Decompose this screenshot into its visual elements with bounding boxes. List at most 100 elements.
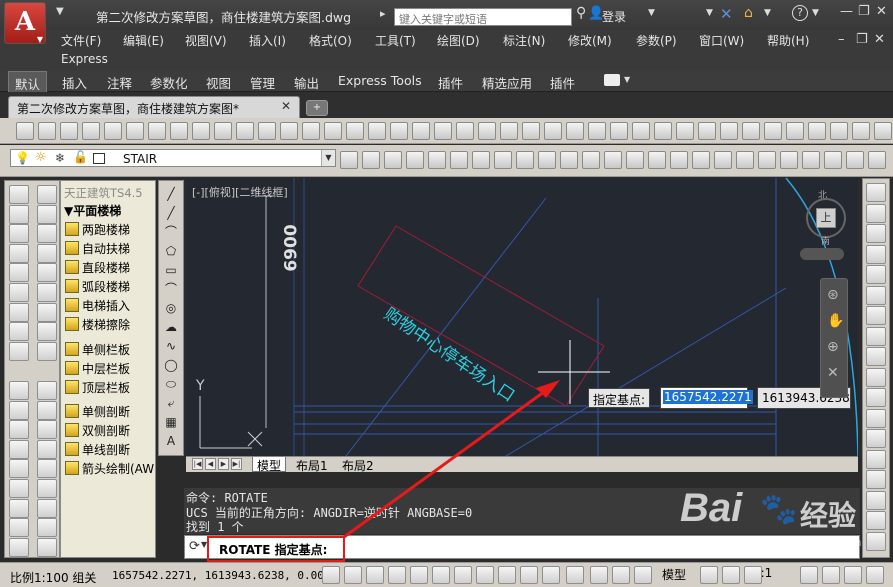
toolbar-button[interactable] [324, 122, 342, 140]
toolbar-button[interactable] [472, 151, 490, 169]
draw-tool-icon[interactable]: ⬠ [162, 242, 180, 260]
left-tool-button[interactable] [9, 381, 29, 400]
tab-layout1[interactable]: 布局1 [292, 457, 332, 473]
toolbar-button[interactable] [170, 122, 188, 140]
left-tool-button[interactable] [37, 341, 57, 361]
next-layout-icon[interactable]: ▶ [218, 458, 229, 470]
status-toggle-button[interactable] [322, 566, 340, 584]
modify-tool-button[interactable] [866, 490, 886, 510]
left-tool-button[interactable] [37, 439, 57, 459]
binoculars-icon[interactable]: ⚲ [576, 5, 586, 21]
left-tool-button[interactable] [9, 243, 29, 263]
toolbar-button[interactable] [302, 122, 320, 140]
exchange-dropdown-icon[interactable]: ▼ [706, 8, 713, 18]
status-toggle-button[interactable] [612, 566, 630, 584]
tab-plugins-2[interactable]: 插件 [550, 73, 575, 92]
toolbar-button[interactable] [82, 122, 100, 140]
tab-insert[interactable]: 插入 [62, 73, 87, 92]
left-tool-button[interactable] [37, 322, 57, 342]
search-input[interactable]: 键入关键字或短语 [394, 8, 572, 26]
tianzheng-item[interactable]: 单侧栏板 [65, 341, 155, 359]
modify-tool-button[interactable] [866, 224, 886, 243]
menu-format[interactable]: 格式(O) [309, 32, 352, 49]
drawing-scale[interactable]: 比例1:100 组关 [10, 569, 96, 586]
toolbar-button[interactable] [720, 122, 738, 140]
drawing-canvas[interactable]: Y X [-][俯视][二维线框] 6900 购物中心停车场入口 指定基点: 1… [186, 178, 858, 456]
model-space-button[interactable]: 模型 [662, 566, 686, 583]
draw-tool-icon[interactable]: ╱ [162, 185, 180, 203]
toolbar-button[interactable] [362, 151, 380, 169]
toolbar-button[interactable] [830, 122, 848, 140]
menu-edit[interactable]: 编辑(E) [123, 32, 164, 49]
app-store-icon[interactable]: ⌂ [744, 5, 753, 21]
toolbar-button[interactable] [758, 151, 776, 169]
menu-insert[interactable]: 插入(I) [249, 32, 286, 49]
toolbar-button[interactable] [560, 151, 578, 169]
toolbar-button[interactable] [654, 122, 672, 140]
tab-view[interactable]: 视图 [206, 73, 231, 92]
store-dropdown-icon[interactable]: ▼ [764, 8, 771, 18]
document-tab[interactable]: 第二次修改方案草图，商住楼建筑方案图* ✕ [8, 96, 300, 118]
modify-tool-button[interactable] [866, 511, 886, 530]
toolbar-button[interactable] [648, 151, 666, 169]
toolbar-button[interactable] [16, 122, 34, 140]
left-tool-button[interactable] [37, 381, 57, 400]
tianzheng-item[interactable]: 两跑楼梯 [65, 221, 155, 239]
modify-tool-button[interactable] [866, 449, 886, 469]
left-tool-button[interactable] [37, 518, 57, 538]
tianzheng-item[interactable]: 箭头绘制(AW [65, 460, 155, 478]
toolbar-button[interactable] [786, 122, 804, 140]
toolbar-button[interactable] [676, 122, 694, 140]
tianzheng-item[interactable]: 单线剖断 [65, 441, 155, 459]
modify-tool-button[interactable] [866, 367, 886, 387]
group-toggle[interactable]: 组关 [72, 571, 96, 585]
help-icon[interactable]: ? [792, 5, 808, 21]
left-tool-button[interactable] [9, 263, 29, 283]
modify-tool-button[interactable] [866, 326, 886, 346]
draw-tool-icon[interactable]: ╱ [162, 204, 180, 222]
toolbar-button[interactable] [692, 151, 710, 169]
menu-file[interactable]: 文件(F) [61, 32, 101, 49]
menu-window[interactable]: 窗口(W) [699, 32, 744, 49]
first-layout-icon[interactable]: |◀ [192, 458, 203, 470]
login-button[interactable]: 登录 [602, 8, 626, 25]
zoom-icon[interactable]: ⊕ [827, 339, 839, 355]
modify-tool-button[interactable] [866, 408, 886, 428]
left-tool-button[interactable] [37, 420, 57, 440]
toolbar-button[interactable] [802, 151, 820, 169]
steering-wheel-icon[interactable]: ⊛ [827, 287, 839, 303]
left-tool-button[interactable] [9, 302, 29, 322]
toolbar-button[interactable] [450, 151, 468, 169]
modify-tool-button[interactable] [866, 429, 886, 448]
tianzheng-group-stairs[interactable]: ▼平面楼梯 [64, 202, 121, 219]
menu-parametric[interactable]: 参数(P) [636, 32, 677, 49]
left-tool-button[interactable] [9, 322, 29, 342]
left-tool-button[interactable] [37, 185, 57, 204]
draw-tool-icon[interactable]: A [162, 432, 180, 450]
tianzheng-item[interactable]: 单侧剖断 [65, 403, 155, 421]
status-toggle-button[interactable] [700, 566, 718, 584]
status-toggle-button[interactable] [590, 566, 608, 584]
toolbar-button[interactable] [610, 122, 628, 140]
toolbar-button[interactable] [346, 122, 364, 140]
toolbar-button[interactable] [544, 122, 562, 140]
toolbar-button[interactable] [38, 122, 56, 140]
status-toggle-button[interactable] [866, 566, 884, 584]
status-toggle-button[interactable] [454, 566, 472, 584]
tianzheng-item[interactable]: 双侧剖断 [65, 422, 155, 440]
doc-close-icon[interactable]: ✕ [874, 32, 885, 47]
tianzheng-item[interactable]: 电梯插入 [65, 297, 155, 315]
prev-layout-icon[interactable]: ◀ [205, 458, 216, 470]
toolbar-button[interactable] [522, 122, 540, 140]
left-tool-button[interactable] [37, 302, 57, 322]
modify-tool-button[interactable] [866, 531, 886, 551]
toolbar-button[interactable] [698, 122, 716, 140]
left-tool-button[interactable] [9, 224, 29, 244]
toolbar-button[interactable] [384, 151, 402, 169]
search-expand-icon[interactable]: ▸ [380, 7, 386, 20]
tab-model[interactable]: 模型 [252, 457, 287, 473]
left-tool-button[interactable] [37, 400, 57, 420]
toolbar-button[interactable] [340, 151, 358, 169]
modify-tool-button[interactable] [866, 306, 886, 325]
restore-icon[interactable]: ❐ [858, 4, 870, 19]
